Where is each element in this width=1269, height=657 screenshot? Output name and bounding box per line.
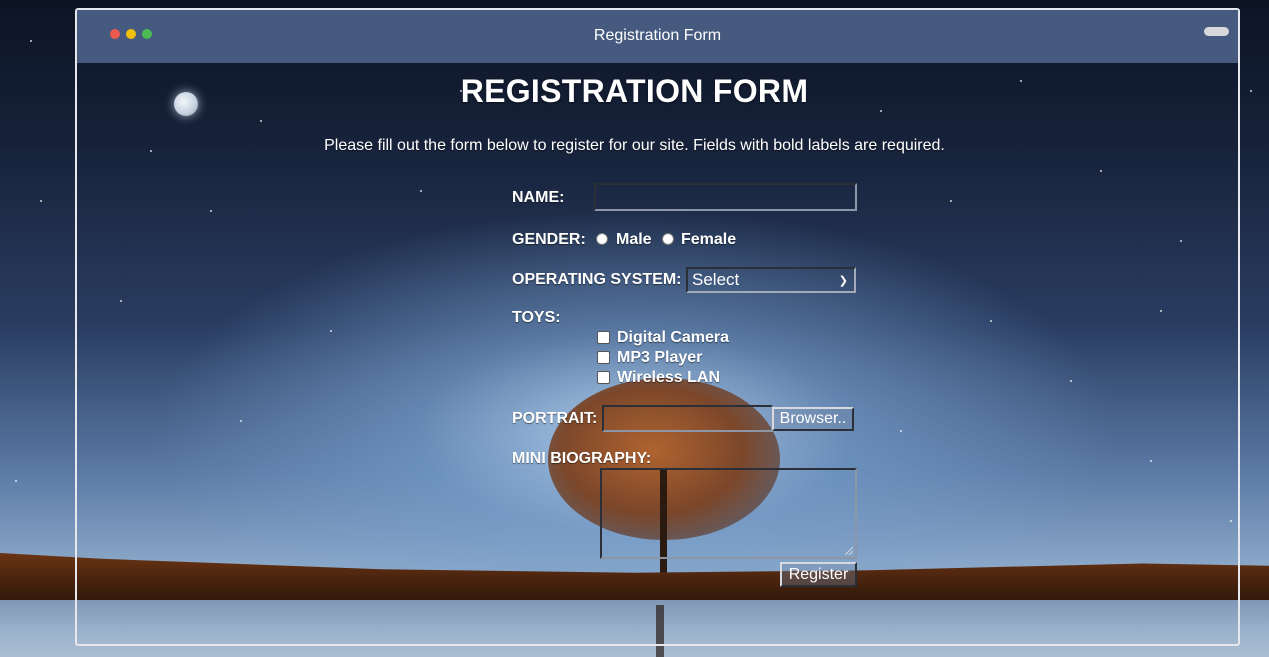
register-button[interactable]: Register: [780, 562, 857, 587]
toy-digital-camera-checkbox[interactable]: [597, 331, 610, 344]
gender-female-radio[interactable]: [662, 233, 674, 245]
os-select-value: Select: [692, 270, 740, 289]
gender-male-label: Male: [616, 231, 652, 248]
bio-label: MINI BIOGRAPHY:: [512, 450, 652, 467]
title-bar: Registration Form: [77, 10, 1238, 63]
toy-wireless-lan-checkbox[interactable]: [597, 371, 610, 384]
window-menu-pill[interactable]: [1204, 27, 1229, 36]
toys-label: TOYS:: [512, 309, 561, 326]
os-label: OPERATING SYSTEM:: [512, 271, 682, 288]
gender-male-radio[interactable]: [596, 233, 608, 245]
page-title: REGISTRATION FORM: [460, 73, 809, 109]
os-select[interactable]: Select ❯: [686, 267, 856, 293]
chevron-down-icon: ❯: [838, 275, 848, 287]
toy-wireless-lan-label: Wireless LAN: [617, 369, 720, 386]
portrait-file-path-input[interactable]: [602, 405, 773, 432]
toy-mp3-player-checkbox[interactable]: [597, 351, 610, 364]
name-label: NAME:: [512, 189, 565, 206]
portrait-label: PORTRAIT:: [512, 410, 598, 427]
resize-grip-icon[interactable]: [845, 547, 853, 555]
gender-label: GENDER:: [512, 231, 586, 248]
browse-button[interactable]: Browser..: [772, 407, 854, 431]
gender-female-label: Female: [681, 231, 737, 248]
toy-mp3-player-label: MP3 Player: [617, 349, 703, 366]
toy-digital-camera-label: Digital Camera: [617, 329, 730, 346]
form-instructions: Please fill out the form below to regist…: [324, 137, 945, 154]
window-title: Registration Form: [593, 27, 722, 44]
name-input[interactable]: [594, 183, 857, 211]
bio-textarea[interactable]: [600, 468, 857, 559]
